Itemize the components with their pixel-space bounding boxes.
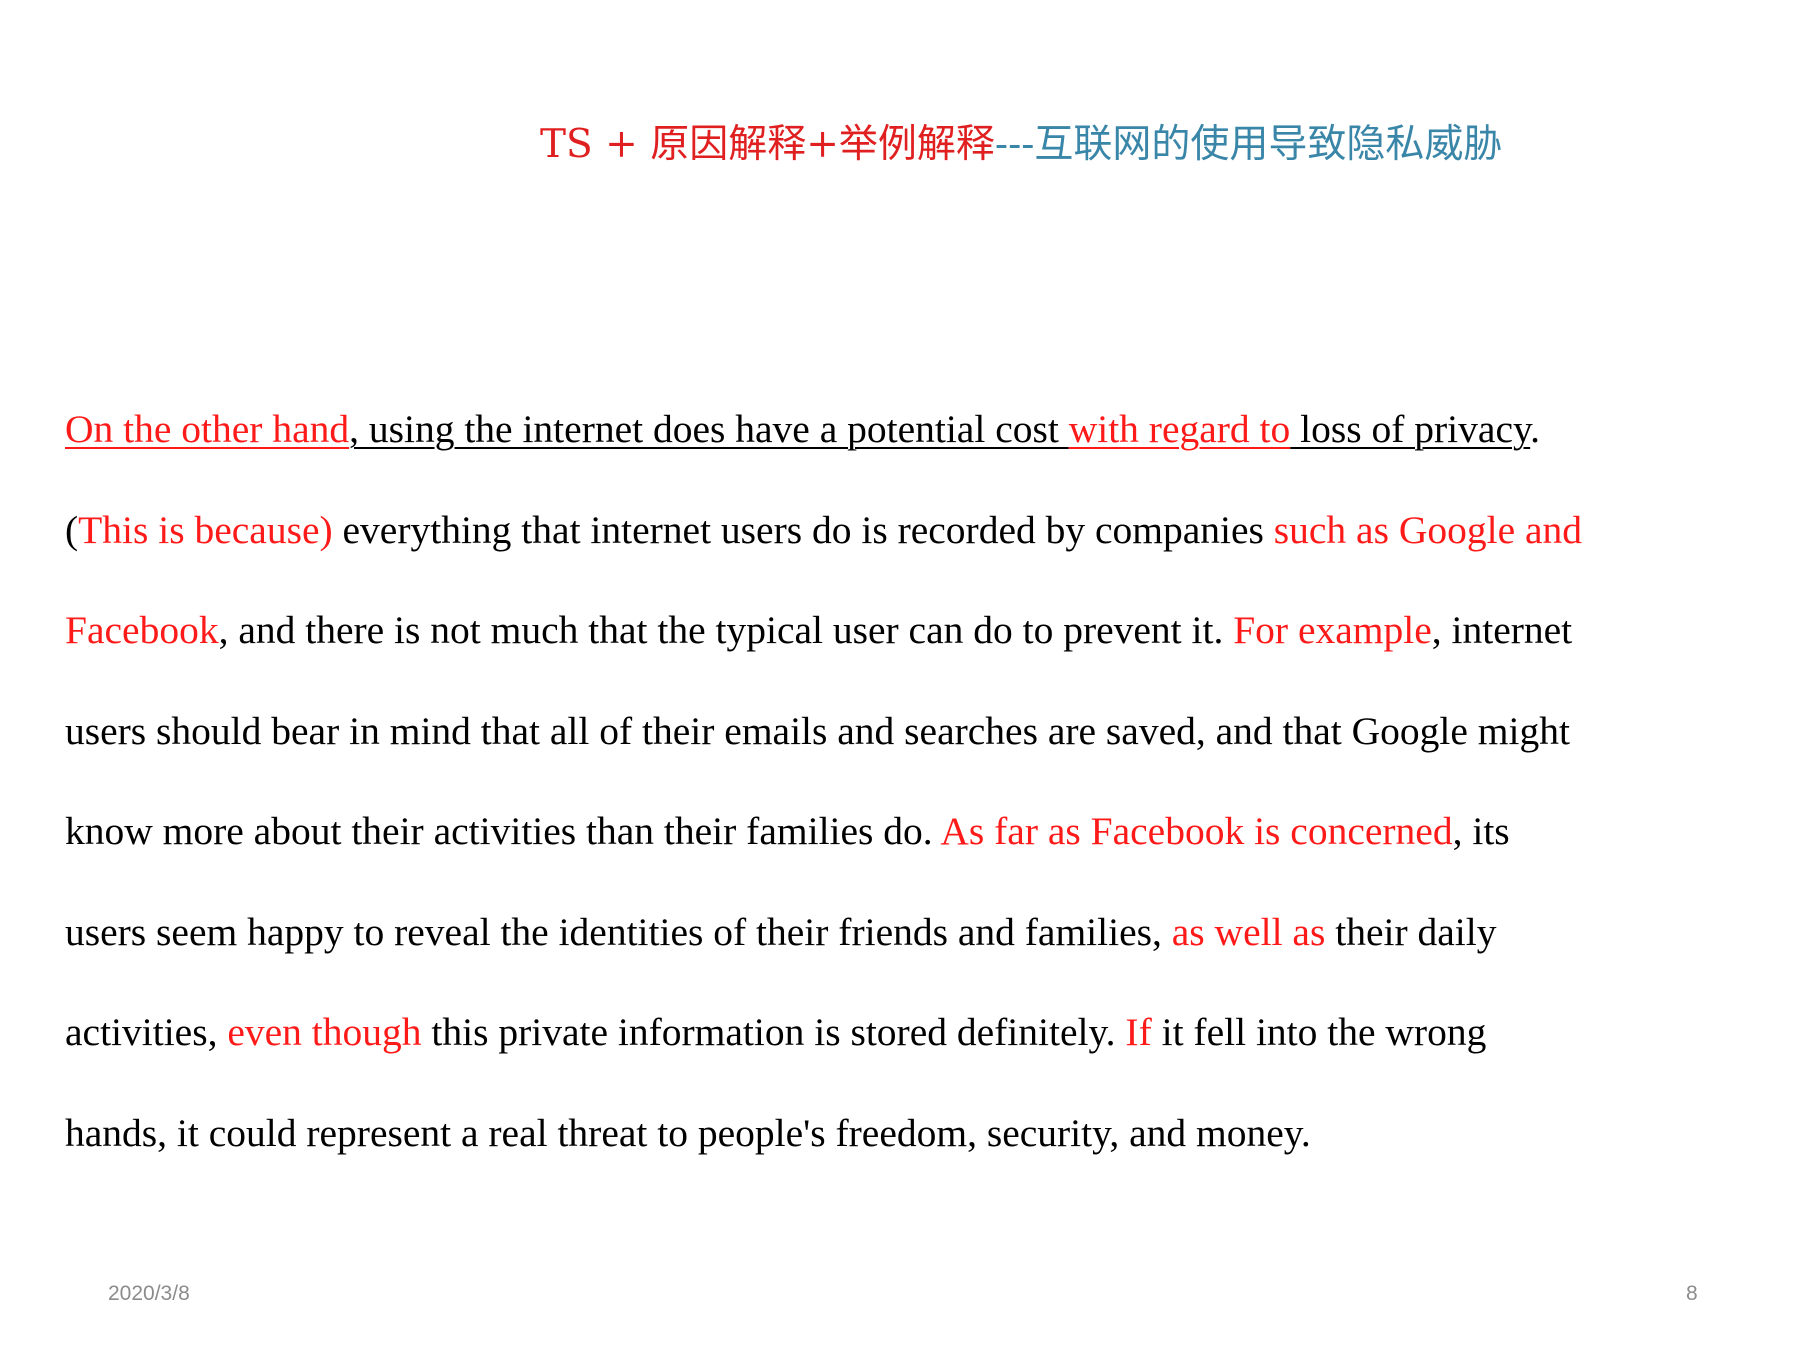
- slide-title: TS + 原因解释+举例解释---互联网的使用导致隐私威胁: [540, 115, 1780, 175]
- text-segment: loss of privacy: [1290, 407, 1531, 451]
- phrase-as-far-as-concerned: As far as Facebook is concerned: [940, 809, 1453, 853]
- phrase-as-well-as: as well as: [1171, 909, 1326, 954]
- phrase-such-as: such as Google and: [1273, 507, 1583, 552]
- title-topic: ---互联网的使用导致隐私威胁: [994, 122, 1503, 167]
- text-segment: .: [1530, 407, 1541, 451]
- paragraph-line-7: activities, even though this private inf…: [65, 997, 1765, 1098]
- text-segment: activities,: [65, 1010, 228, 1054]
- phrase-even-though: even though: [227, 1010, 422, 1054]
- text-segment: know more about their activities than th…: [65, 809, 941, 853]
- paragraph-line-5: know more about their activities than th…: [65, 796, 1765, 897]
- phrase-if: If: [1125, 1010, 1152, 1054]
- text-segment: their daily: [1325, 909, 1497, 954]
- paragraph-line-2: (This is because) everything that intern…: [65, 495, 1765, 596]
- body-paragraph: On the other hand, using the internet do…: [65, 394, 1765, 1198]
- phrase-on-the-other-hand: On the other hand: [65, 407, 350, 451]
- slide: TS + 原因解释+举例解释---互联网的使用导致隐私威胁 On the oth…: [0, 0, 1797, 1348]
- footer-page-number: 8: [1686, 1282, 1698, 1305]
- phrase-with-regard-to: with regard to: [1068, 407, 1291, 451]
- title-ts: TS +: [540, 122, 651, 167]
- text-segment: everything that internet users do is rec…: [332, 507, 1274, 552]
- paragraph-line-6: users seem happy to reveal the identitie…: [65, 897, 1765, 998]
- paragraph-line-8: hands, it could represent a real threat …: [65, 1098, 1765, 1199]
- title-reason: 原因解释+举例解释: [650, 122, 995, 167]
- text-segment: this private information is stored defin…: [421, 1010, 1126, 1054]
- paragraph-line-1: On the other hand, using the internet do…: [65, 394, 1765, 495]
- text-segment: , its: [1452, 809, 1510, 853]
- text-segment: users should bear in mind that all of th…: [65, 708, 1570, 753]
- text-segment: hands, it could represent a real threat …: [65, 1110, 1311, 1155]
- paragraph-line-3: Facebook, and there is not much that the…: [65, 595, 1765, 696]
- text-segment: users seem happy to reveal the identitie…: [65, 909, 1172, 954]
- text-segment: , using the internet does have a potenti…: [349, 407, 1069, 451]
- text-segment: , and there is not much that the typical…: [218, 608, 1234, 652]
- text-segment: it fell into the wrong: [1151, 1010, 1487, 1054]
- phrase-for-example: For example: [1233, 608, 1432, 652]
- phrase-this-is-because: This is because): [78, 507, 333, 552]
- phrase-facebook: Facebook: [65, 608, 219, 652]
- text-segment: , internet: [1431, 608, 1573, 652]
- paragraph-line-4: users should bear in mind that all of th…: [65, 696, 1765, 797]
- footer-date: 2020/3/8: [108, 1282, 190, 1305]
- text-segment: (: [65, 507, 79, 552]
